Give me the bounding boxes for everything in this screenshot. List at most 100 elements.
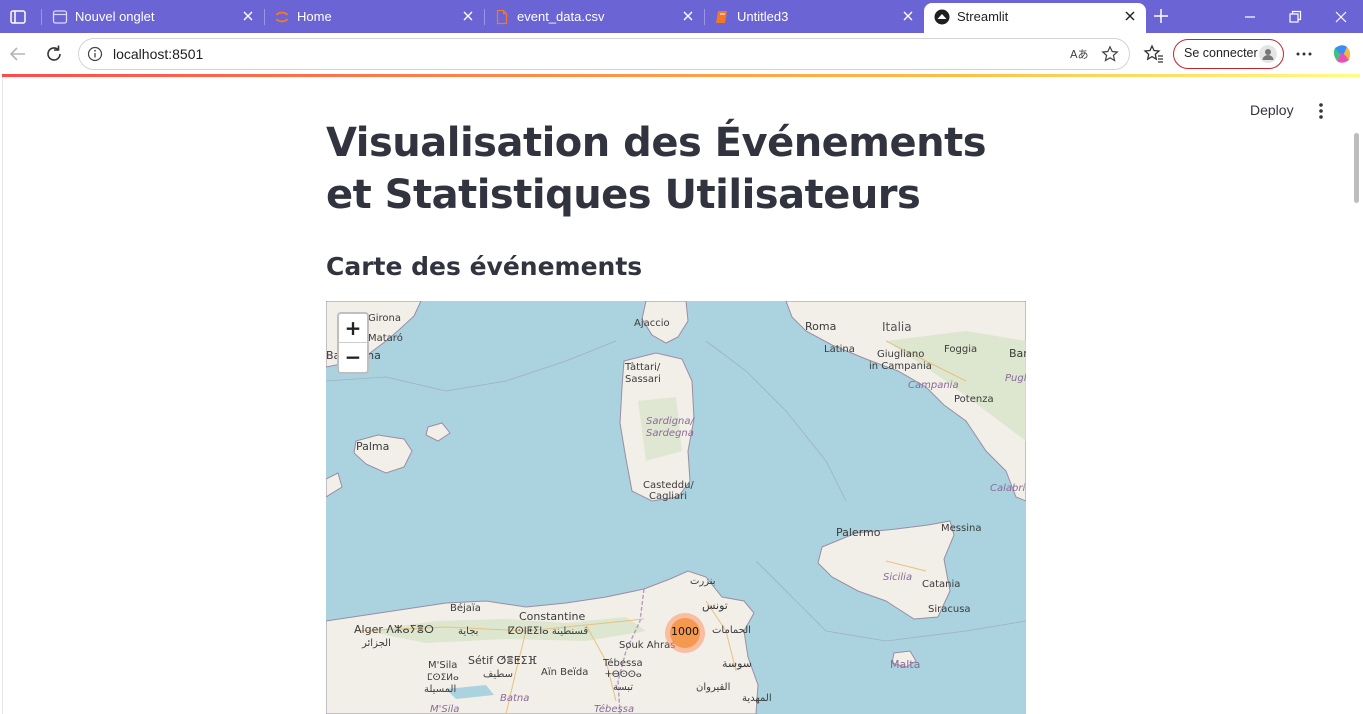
notebook-icon xyxy=(716,11,727,23)
tab-untitled3[interactable]: Untitled3 xyxy=(704,3,924,31)
map-label-siracusa: Siracusa xyxy=(928,604,971,615)
svg-text:Aあ: Aあ xyxy=(1070,48,1089,61)
map-label-latina: Latina xyxy=(824,344,855,355)
profile-avatar-icon xyxy=(1259,45,1277,63)
page-scrollbar[interactable] xyxy=(1354,133,1359,203)
new-tab-icon xyxy=(52,10,68,24)
new-tab-plus-icon[interactable] xyxy=(1150,5,1172,27)
map-label-in-campania: in Campania xyxy=(869,361,932,372)
close-icon[interactable] xyxy=(900,8,916,24)
map-label-foggia: Foggia xyxy=(944,344,978,355)
map-label-casteddu: Casteddu/ xyxy=(643,480,694,491)
map-label-msila-region: M'Sila xyxy=(430,704,460,714)
map-label-tebessa-tz: ⵜⴱⵙⵙⴰ xyxy=(605,670,642,680)
tab-label: Home xyxy=(297,9,332,24)
minimize-icon[interactable] xyxy=(1241,8,1259,26)
page-title: Visualisation des Événements et Statisti… xyxy=(326,120,987,218)
map-label-mahdia: المهدية xyxy=(742,693,772,704)
map-label-calabria: Calabri xyxy=(990,483,1026,494)
streamlit-icon xyxy=(934,9,950,25)
close-icon[interactable] xyxy=(460,8,476,24)
zoom-out-button[interactable]: − xyxy=(339,343,367,372)
map-label-bizerte: بنزرت xyxy=(690,576,716,587)
map-label-bejaia: Béjaïa xyxy=(450,603,481,614)
map-label-cagliari: Cagliari xyxy=(649,491,688,502)
map-label-sardigna: Sardigna/ xyxy=(646,416,694,427)
browser-tab-strip: Nouvel onglet Home event_data.csv Untitl… xyxy=(0,0,1363,33)
map-label-italia: Italia xyxy=(882,320,912,334)
map-label-messina: Messina xyxy=(941,523,982,534)
tab-nouvel-onglet[interactable]: Nouvel onglet xyxy=(42,3,264,31)
map-label-constantine-tz: ⵇⵙⵏⵟⵉⵏⴰ قسنطينة xyxy=(508,626,589,637)
map-label-bejaia-ar: بجاية xyxy=(458,626,479,637)
close-icon[interactable] xyxy=(240,8,256,24)
map-label-alger: Alger ⴷⵣⴰⵢⴻⵔ xyxy=(354,623,434,636)
tab-event-data-csv[interactable]: event_data.csv xyxy=(484,3,704,31)
tab-streamlit[interactable]: Streamlit xyxy=(924,3,1146,33)
map-label-msila-tz: ⵎⵙⵉⵍⴰ xyxy=(427,673,459,683)
land-ibiza-edge xyxy=(326,472,343,498)
more-menu-icon[interactable] xyxy=(1293,43,1315,65)
map-label-sicilia: Sicilia xyxy=(883,572,913,583)
restore-icon[interactable] xyxy=(1286,8,1304,26)
map-label-hammamet: الحمامات xyxy=(712,625,751,636)
map-label-tunis: تونس xyxy=(702,599,728,612)
zoom-in-button[interactable]: + xyxy=(339,314,367,343)
sign-in-button[interactable]: Se connecter xyxy=(1173,39,1284,69)
tab-actions-icon[interactable] xyxy=(7,6,29,28)
map-label-setif-ar: سطيف xyxy=(483,669,513,680)
map-label-campania: Campania xyxy=(908,380,959,391)
map-label-catania: Catania xyxy=(922,579,961,590)
map-label-puglia: Pugli xyxy=(1005,373,1026,384)
close-icon[interactable] xyxy=(1122,8,1138,24)
map-label-sassari: Sassari xyxy=(625,374,661,385)
map-label-ain-beida: Aïn Beïda xyxy=(541,667,589,678)
read-aloud-icon[interactable]: Aあ xyxy=(1069,45,1089,63)
favorites-icon[interactable] xyxy=(1143,43,1165,65)
map-label-tebessa-ar: تبسة xyxy=(613,682,634,693)
map-label-sousse: سوسة xyxy=(722,657,753,670)
map-label-palermo: Palermo xyxy=(836,526,881,539)
map-label-msila: M'Sila xyxy=(428,660,458,671)
map-label-bari: Bar xyxy=(1009,347,1026,360)
event-map[interactable]: Girona Mataró Barcelona Ajaccio Roma Ita… xyxy=(326,301,1026,714)
map-label-alger-ar: الجزائر xyxy=(362,638,391,649)
map-label-roma: Roma xyxy=(805,320,837,333)
map-label-msila-ar: المسيلة xyxy=(424,684,457,695)
section-title: Carte des événements xyxy=(326,252,643,281)
map-label-batna: Batna xyxy=(500,693,530,704)
site-info-icon[interactable] xyxy=(87,46,103,62)
url-text: localhost:8501 xyxy=(113,46,204,62)
back-arrow-icon[interactable] xyxy=(7,43,29,65)
map-label-kairouan: القيروان xyxy=(696,682,731,693)
address-bar[interactable]: localhost:8501 Aあ xyxy=(78,38,1130,70)
tab-label: Nouvel onglet xyxy=(75,9,155,24)
map-label-constantine: Constantine xyxy=(519,610,586,623)
map-label-sardegna: Sardegna xyxy=(646,428,694,439)
close-icon[interactable] xyxy=(680,8,696,24)
tab-label: event_data.csv xyxy=(517,9,605,24)
sign-in-label: Se connecter xyxy=(1184,46,1258,60)
map-label-potenza: Potenza xyxy=(954,394,994,405)
land-menorca xyxy=(425,422,451,442)
close-window-icon[interactable] xyxy=(1332,8,1350,26)
event-cluster-marker[interactable]: 1000 xyxy=(665,613,705,653)
refresh-icon[interactable] xyxy=(43,43,65,65)
map-label-girona: Girona xyxy=(368,313,402,324)
map-label-ajaccio: Ajaccio xyxy=(634,318,670,329)
cluster-count: 1000 xyxy=(671,625,699,638)
map-label-malta: Malta xyxy=(890,658,921,671)
favorite-star-icon[interactable] xyxy=(1101,45,1119,63)
copilot-icon[interactable] xyxy=(1330,42,1354,66)
map-label-tebessa: Tébessa xyxy=(603,658,643,669)
tab-label: Streamlit xyxy=(957,9,1009,24)
map-label-giugliano: Giugliano xyxy=(877,349,925,360)
tab-label: Untitled3 xyxy=(737,9,789,24)
map-label-tebessa-region: Tébessa xyxy=(594,704,635,714)
file-icon xyxy=(496,9,508,25)
map-label-tattari: Tàttari/ xyxy=(625,362,661,373)
map-label-palma: Palma xyxy=(356,440,390,453)
jupyter-icon xyxy=(275,11,289,23)
map-label-setif: Sétif ⵚⴻⵟⵉⴼ xyxy=(468,654,538,667)
tab-home[interactable]: Home xyxy=(264,3,484,31)
